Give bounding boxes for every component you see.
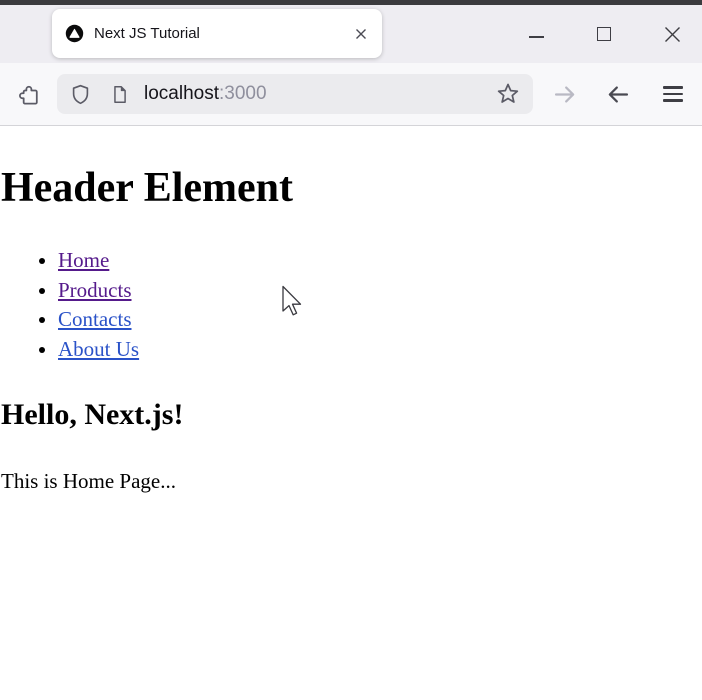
maximize-button[interactable]	[593, 23, 615, 45]
forward-button[interactable]	[546, 74, 582, 114]
bookmark-star-icon[interactable]	[495, 81, 521, 107]
back-button[interactable]	[600, 74, 636, 114]
navigation-toolbar: localhost:3000	[0, 63, 702, 126]
menu-button[interactable]	[655, 74, 691, 114]
maximize-icon	[597, 27, 611, 41]
puzzle-icon	[18, 85, 38, 105]
nav-link-contacts[interactable]: Contacts	[58, 307, 132, 331]
tab-title: Next JS Tutorial	[94, 25, 200, 42]
hamburger-menu-icon	[663, 86, 683, 89]
nav-list: Home Products Contacts About Us	[1, 246, 702, 364]
page-subheading: Hello, Next.js!	[1, 398, 184, 431]
url-port: :3000	[219, 83, 267, 104]
url-text[interactable]: localhost:3000	[144, 83, 267, 105]
body-text: This is Home Page...	[1, 469, 176, 493]
page-heading: Header Element	[1, 165, 293, 211]
nav-list-item: Home	[58, 246, 702, 276]
page-info-icon[interactable]	[109, 84, 130, 105]
nav-link-about-us[interactable]: About Us	[58, 337, 139, 361]
shield-icon[interactable]	[69, 83, 92, 106]
browser-window: Next JS Tutorial localhost:3000 Header E…	[0, 0, 702, 700]
close-icon	[664, 26, 680, 42]
url-host: localhost	[144, 83, 219, 104]
url-bar[interactable]: localhost:3000	[57, 74, 533, 114]
close-button[interactable]	[661, 23, 683, 45]
tab-close-icon[interactable]	[353, 26, 369, 42]
browser-tab[interactable]: Next JS Tutorial	[52, 9, 382, 58]
nextjs-favicon-icon	[65, 24, 84, 43]
minimize-icon	[528, 36, 544, 38]
nav-list-item: Contacts	[58, 305, 702, 335]
minimize-button[interactable]	[525, 23, 547, 45]
extensions-button[interactable]	[10, 74, 48, 114]
nav-link-products[interactable]: Products	[58, 278, 132, 302]
page-content: Header Element Home Products Contacts Ab…	[0, 164, 702, 700]
nav-list-item: About Us	[58, 335, 702, 365]
nav-link-home[interactable]: Home	[58, 248, 109, 272]
back-arrow-icon	[608, 85, 628, 103]
tab-strip: Next JS Tutorial	[0, 5, 702, 63]
forward-arrow-icon	[554, 85, 574, 103]
window-controls	[525, 5, 702, 63]
nav-list-item: Products	[58, 276, 702, 306]
